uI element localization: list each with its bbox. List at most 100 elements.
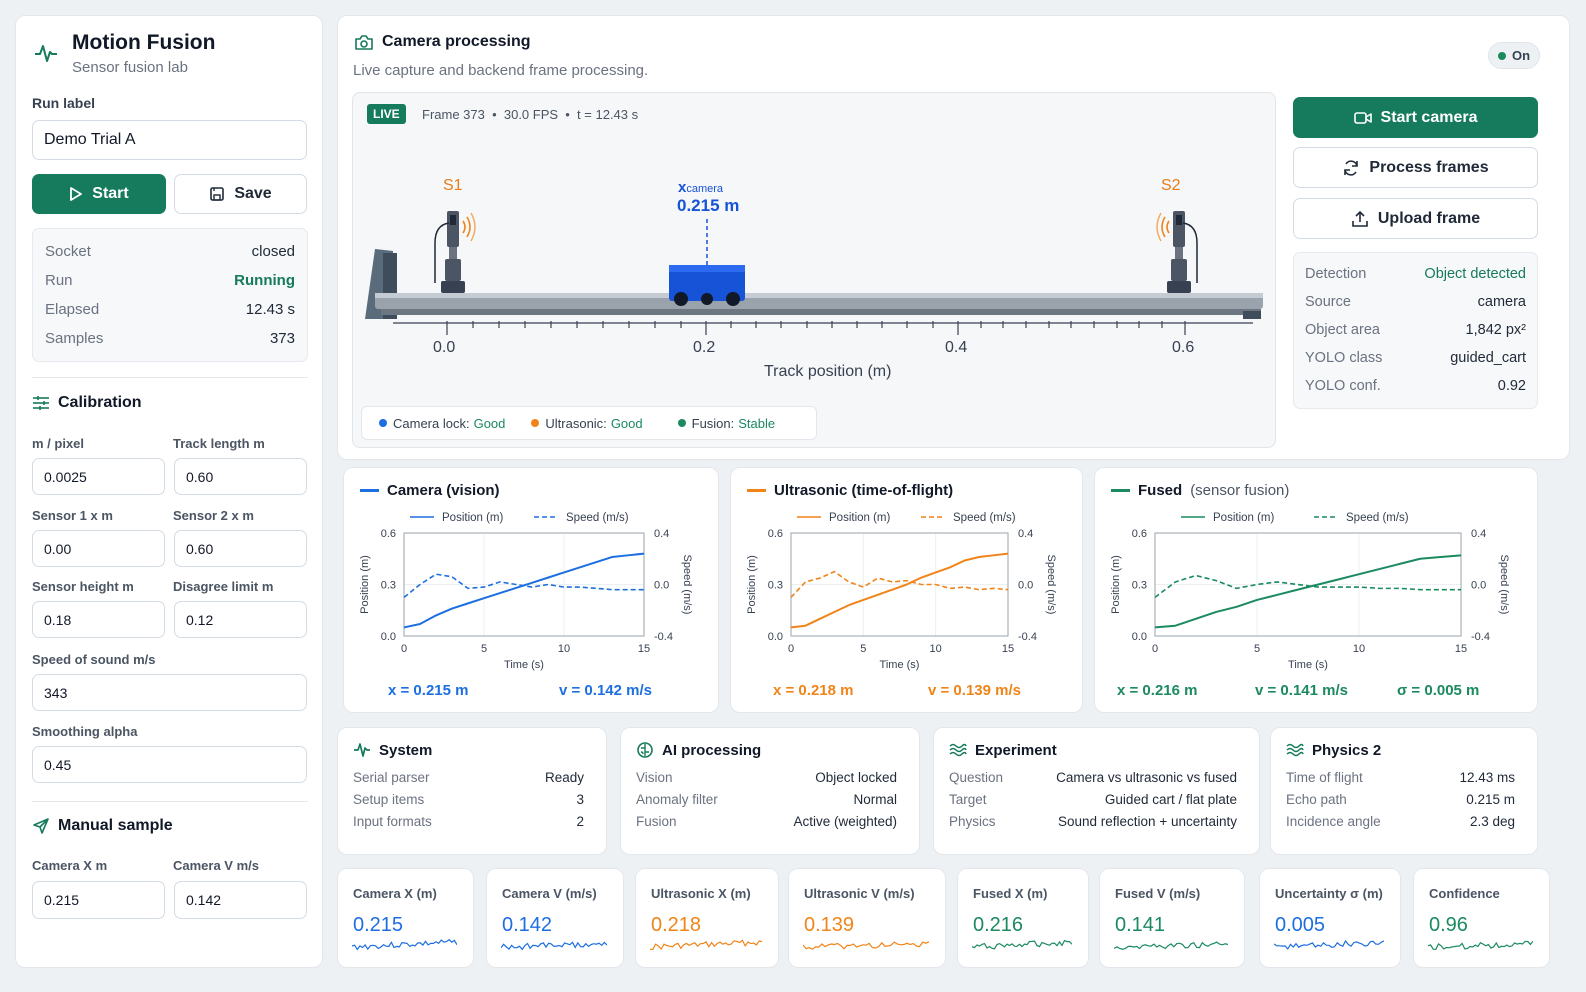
- field-label-sensor2-x: Sensor 2 x m: [173, 508, 254, 523]
- y2-tick-label: 0.4: [1471, 528, 1486, 540]
- camera-panel-subtitle: Live capture and backend frame processin…: [353, 62, 649, 79]
- sparkline-line: [1428, 940, 1533, 950]
- x-tick-label: 5: [481, 643, 487, 655]
- manual-sample-title: Manual sample: [32, 817, 173, 835]
- camera-x-input[interactable]: 0.215: [32, 881, 165, 919]
- stat-ultrasonic-x: Ultrasonic X (m) 0.218: [635, 868, 779, 968]
- info-row: Serial parser Ready: [353, 770, 584, 785]
- x-axis-label: Time (s): [504, 659, 544, 671]
- y2-tick-label: -0.4: [1018, 631, 1037, 643]
- readout-0: x = 0.215 m: [388, 682, 469, 699]
- sensor2-x-input[interactable]: 0.60: [174, 530, 307, 567]
- pulse-icon: [354, 743, 370, 757]
- sparkline: [501, 941, 607, 951]
- detection-panel: Detection Object detected Source camera Ob…: [1293, 252, 1538, 409]
- stat-label: Camera X (m): [353, 886, 437, 901]
- readout-1: v = 0.141 m/s: [1255, 682, 1348, 699]
- stat-value: 0.215: [353, 914, 404, 936]
- x-tick-label: 15: [1455, 643, 1467, 655]
- stat-camera-x: Camera X (m) 0.215: [337, 868, 474, 968]
- y2-axis-label: Speed (m/s): [681, 555, 693, 615]
- ultrasonic-status: Ultrasonic: Good: [531, 416, 643, 431]
- info-row: Time of flight 12.43 ms: [1286, 770, 1515, 785]
- sensor-status-bar: Camera lock: Good Ultrasonic: Good Fusion:…: [361, 406, 817, 440]
- disagree-limit-input[interactable]: 0.12: [174, 601, 307, 638]
- camera-chart-card: Camera (vision) Position (m) Speed (m/s) 0 5…: [343, 467, 719, 713]
- field-label-camera-x: Camera X m: [32, 858, 108, 873]
- track-scene: [365, 211, 1263, 335]
- save-icon: [210, 187, 225, 201]
- experiment-card: Experiment Question Camera vs ultrasonic v…: [933, 727, 1260, 855]
- y-tick-label: 0.6: [381, 528, 396, 540]
- start-button[interactable]: Start: [32, 174, 166, 214]
- x-tick-label: 15: [638, 643, 650, 655]
- legend-speed-label: Speed (m/s): [953, 512, 1016, 524]
- stat-fused-x: Fused X (m) 0.216: [957, 868, 1089, 968]
- upload-frame-button[interactable]: Upload frame: [1293, 198, 1538, 239]
- speed-of-sound-input[interactable]: 343: [32, 674, 307, 711]
- y-axis-label: Position (m): [746, 555, 758, 614]
- readout-0: x = 0.216 m: [1117, 682, 1198, 699]
- x-tick-label: 0: [1152, 643, 1158, 655]
- sparkline-line: [650, 939, 762, 951]
- smoothing-alpha-input[interactable]: 0.45: [32, 746, 307, 783]
- stat-label: Confidence: [1429, 886, 1500, 901]
- series-speed-line: [403, 573, 644, 598]
- stat-value: 0.142: [502, 914, 553, 936]
- y-axis-label: Position (m): [1110, 555, 1122, 614]
- info-card-title: Experiment: [949, 741, 1057, 759]
- refresh-icon: [1344, 159, 1359, 176]
- info-row: Echo path 0.215 m: [1286, 792, 1515, 807]
- y-tick-label: 0.6: [1132, 528, 1147, 540]
- ai-processing-card: AI processing Vision Object locked Anomaly …: [620, 727, 920, 855]
- fusion-status: Fusion: Stable: [677, 416, 775, 431]
- x-tick-label: 10: [1353, 643, 1365, 655]
- sensor1-x-input[interactable]: 0.00: [32, 530, 165, 567]
- series-position-line: [403, 552, 645, 629]
- y2-tick-label: 0.4: [1018, 528, 1033, 540]
- chart-svg: Position (m) Speed (m/s) 0 5 10 15 0.0 0.3 0.6 -0…: [359, 512, 693, 671]
- y2-tick-label: -0.4: [654, 631, 673, 643]
- x-tick-label: 10: [930, 643, 942, 655]
- y2-tick-label: 0.0: [1018, 580, 1033, 592]
- tick-label-3: 0.6: [1172, 339, 1195, 356]
- sensor-height-input[interactable]: 0.18: [32, 601, 165, 638]
- info-row: Target Guided cart / flat plate: [949, 792, 1237, 807]
- upload-icon: [1352, 210, 1368, 227]
- x-tick-label: 0: [788, 643, 794, 655]
- series-position-line: [790, 552, 1009, 629]
- legend-position-label: Position (m): [442, 512, 504, 524]
- m-pixel-input[interactable]: 0.0025: [32, 458, 165, 495]
- stat-label: Fused X (m): [973, 886, 1048, 901]
- stat-label: Ultrasonic V (m/s): [804, 886, 915, 901]
- stat-uncertainty: Uncertainty σ (m) 0.005: [1259, 868, 1401, 968]
- field-label-sensor-height: Sensor height m: [32, 579, 134, 594]
- sparkline: [803, 941, 929, 950]
- stat-label: Ultrasonic X (m): [651, 886, 751, 901]
- readout-1: v = 0.139 m/s: [928, 682, 1021, 699]
- stat-value: 0.96: [1429, 914, 1468, 936]
- chart-svg: Position (m) Speed (m/s) 0 5 10 15 0.0 0.3 0.6 -0…: [1110, 512, 1510, 671]
- sparkline: [1428, 940, 1533, 950]
- start-camera-button[interactable]: Start camera: [1293, 97, 1538, 138]
- sensor-s1: [434, 211, 476, 293]
- series-position-line: [1154, 554, 1462, 629]
- stat-ultrasonic-v: Ultrasonic V (m/s) 0.139: [788, 868, 946, 968]
- stat-value: 0.141: [1115, 914, 1166, 936]
- x-tick-label: 10: [558, 643, 570, 655]
- on-toggle[interactable]: On: [1488, 42, 1540, 69]
- camera-v-input[interactable]: 0.142: [174, 881, 307, 919]
- sparkline: [650, 939, 762, 951]
- run-label-input[interactable]: Demo Trial A: [32, 120, 307, 160]
- sparkline-line: [972, 939, 1072, 950]
- track-length-input[interactable]: 0.60: [174, 458, 307, 495]
- wave-icon: [949, 743, 967, 757]
- app-title: Motion Fusion: [72, 31, 216, 54]
- start-label: Start: [92, 185, 129, 202]
- info-row: Setup items 3: [353, 792, 584, 807]
- divider: [32, 377, 308, 378]
- stat-camera-v: Camera V (m/s) 0.142: [486, 868, 624, 968]
- brain-icon: [637, 742, 653, 758]
- process-frames-button[interactable]: Process frames: [1293, 147, 1538, 188]
- save-button[interactable]: Save: [174, 174, 307, 214]
